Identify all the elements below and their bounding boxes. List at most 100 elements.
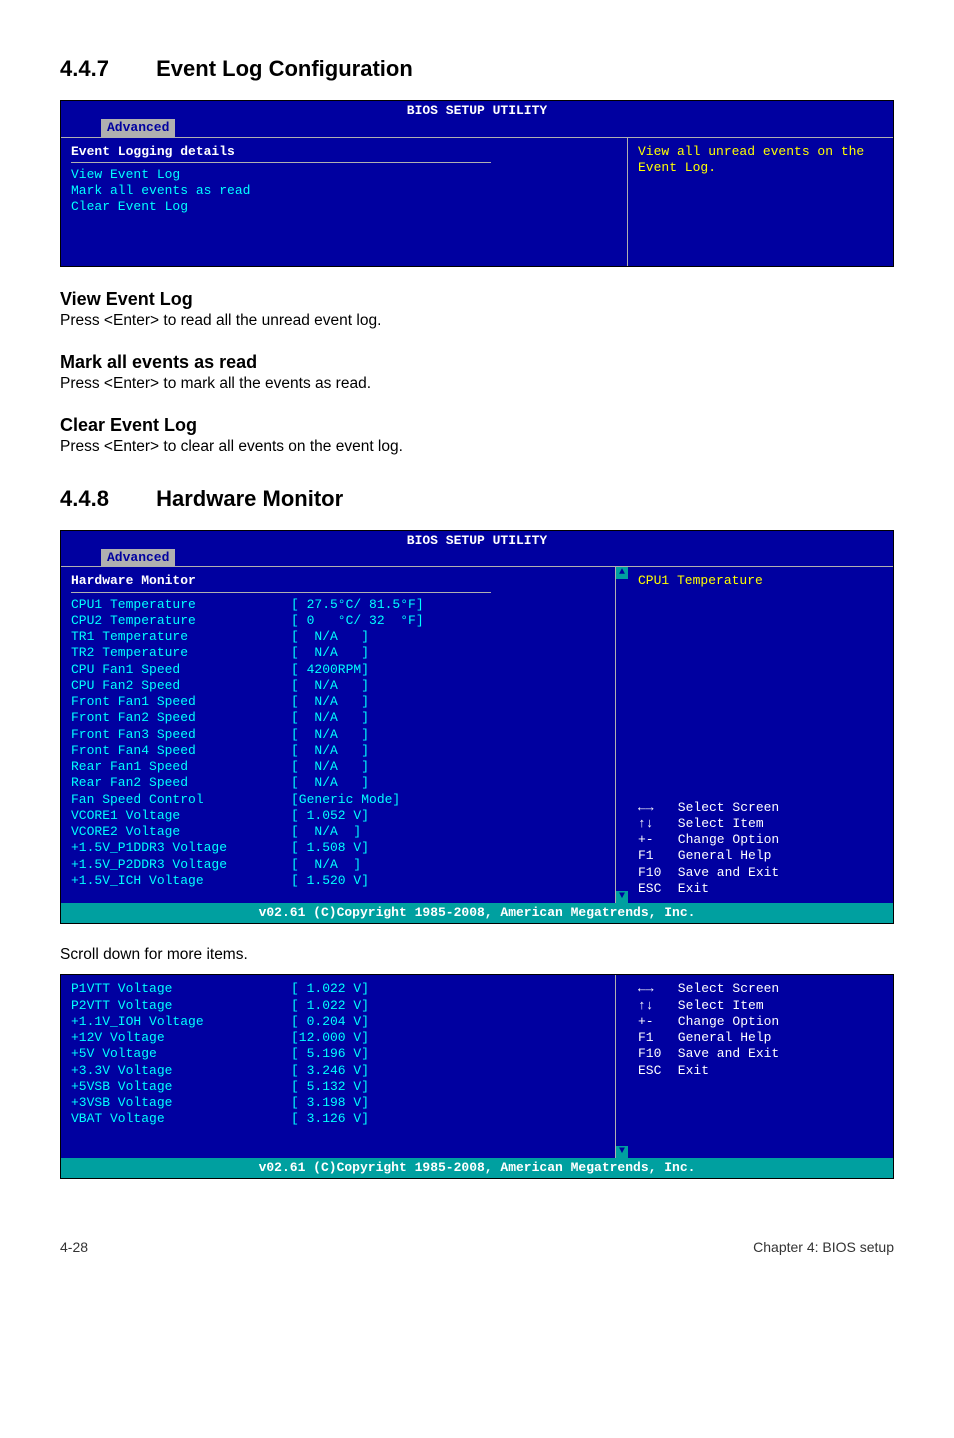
hwmon-row[interactable]: CPU Fan2 Speed[ N/A ] xyxy=(71,678,605,694)
hwmon-row[interactable]: TR1 Temperature[ N/A ] xyxy=(71,629,605,645)
bios-eventlog-box: BIOS SETUP UTILITY Advanced Event Loggin… xyxy=(60,100,894,267)
hwmon-label: Rear Fan1 Speed xyxy=(71,759,291,775)
hwmon-row[interactable]: Front Fan1 Speed[ N/A ] xyxy=(71,694,605,710)
bios-side-pane: CPU1 Temperature ←→ Select Screen↑↓ Sele… xyxy=(628,567,893,903)
section-title-eventlog: 4.4.7 Event Log Configuration xyxy=(60,56,894,82)
hwmon-row[interactable]: Rear Fan2 Speed[ N/A ] xyxy=(71,775,605,791)
bios-header: BIOS SETUP UTILITY xyxy=(61,531,893,551)
scroll-up-arrow[interactable]: ▲ xyxy=(616,567,628,579)
bios-nav-hints: ←→ Select Screen↑↓ Select Item+- Change … xyxy=(638,800,883,898)
hwmon-row[interactable]: +5VSB Voltage[ 5.132 V] xyxy=(71,1079,605,1095)
hwmon-value: [ 4200RPM] xyxy=(291,662,451,678)
bios-tab-advanced[interactable]: Advanced xyxy=(101,549,175,567)
hwmon-row[interactable]: +3.3V Voltage[ 3.246 V] xyxy=(71,1063,605,1079)
bios-main-pane: Event Logging details View Event Log Mar… xyxy=(61,138,628,266)
nav-key: F1 xyxy=(638,848,670,864)
hwmon-row[interactable]: TR2 Temperature[ N/A ] xyxy=(71,645,605,661)
nav-label: Save and Exit xyxy=(670,865,779,880)
hwmon-label: +1.5V_ICH Voltage xyxy=(71,873,291,889)
hwmon-value: [ N/A ] xyxy=(291,759,451,775)
nav-label: Select Item xyxy=(670,998,764,1013)
bios-tab-advanced[interactable]: Advanced xyxy=(101,119,175,137)
hwmon-value: [ 3.246 V] xyxy=(291,1063,451,1079)
hwmon-row[interactable]: +1.5V_P1DDR3 Voltage[ 1.508 V] xyxy=(71,840,605,856)
hwmon-row[interactable]: Front Fan2 Speed[ N/A ] xyxy=(71,710,605,726)
nav-key: ←→ xyxy=(638,800,670,816)
hwmon-row[interactable]: +1.5V_P2DDR3 Voltage[ N/A ] xyxy=(71,857,605,873)
nav-key: F1 xyxy=(638,1030,670,1046)
chapter-label: Chapter 4: BIOS setup xyxy=(753,1239,894,1255)
hwmon-row[interactable]: VBAT Voltage[ 3.126 V] xyxy=(71,1111,605,1127)
hwmon-value: [ 1.022 V] xyxy=(291,981,451,997)
hwmon-row[interactable]: Fan Speed Control[Generic Mode] xyxy=(71,792,605,808)
hwmon-row[interactable]: Front Fan3 Speed[ N/A ] xyxy=(71,727,605,743)
nav-key: +- xyxy=(638,832,670,848)
bios-menu-item[interactable]: Clear Event Log xyxy=(71,199,188,214)
hwmon-label: CPU2 Temperature xyxy=(71,613,291,629)
nav-hint-line: ←→ Select Screen xyxy=(638,800,883,816)
bios-hwmon-box-2: P1VTT Voltage[ 1.022 V]P2VTT Voltage[ 1.… xyxy=(60,974,894,1179)
hwmon-label: Front Fan2 Speed xyxy=(71,710,291,726)
hwmon-value: [ N/A ] xyxy=(291,743,451,759)
hwmon-value: [ 1.508 V] xyxy=(291,840,451,856)
hwmon-label: CPU Fan2 Speed xyxy=(71,678,291,694)
bios-menu-item[interactable]: View Event Log xyxy=(71,167,180,182)
hwmon-label: +12V Voltage xyxy=(71,1030,291,1046)
bios-menu-item[interactable]: Mark all events as read xyxy=(71,183,250,198)
hwmon-row[interactable]: VCORE1 Voltage[ 1.052 V] xyxy=(71,808,605,824)
scroll-note: Scroll down for more items. xyxy=(60,946,894,964)
subsection-title: View Event Log xyxy=(60,289,894,310)
bios-side-pane: ←→ Select Screen↑↓ Select Item+- Change … xyxy=(628,975,893,1158)
hwmon-label: +1.1V_IOH Voltage xyxy=(71,1014,291,1030)
hwmon-value: [12.000 V] xyxy=(291,1030,451,1046)
nav-hint-line: ESC Exit xyxy=(638,881,883,897)
hwmon-row[interactable]: CPU2 Temperature[ 0 °C/ 32 °F] xyxy=(71,613,605,629)
hwmon-value: [ 1.022 V] xyxy=(291,998,451,1014)
nav-label: Exit xyxy=(670,1063,709,1078)
bios-side-help: View all unread events on the Event Log. xyxy=(638,144,864,175)
hwmon-row[interactable]: VCORE2 Voltage[ N/A ] xyxy=(71,824,605,840)
section-name: Hardware Monitor xyxy=(156,486,343,511)
subsection-desc: Press <Enter> to clear all events on the… xyxy=(60,438,894,456)
side-help-title: CPU1 Temperature xyxy=(638,573,763,588)
nav-hint-line: +- Change Option xyxy=(638,1014,883,1030)
hwmon-value: [ 5.196 V] xyxy=(291,1046,451,1062)
hwmon-row[interactable]: Front Fan4 Speed[ N/A ] xyxy=(71,743,605,759)
section-name: Event Log Configuration xyxy=(156,56,413,81)
hwmon-label: +5VSB Voltage xyxy=(71,1079,291,1095)
nav-key: ↑↓ xyxy=(638,816,670,832)
hwmon-row[interactable]: P1VTT Voltage[ 1.022 V] xyxy=(71,981,605,997)
hwmon-row[interactable]: CPU Fan1 Speed[ 4200RPM] xyxy=(71,662,605,678)
scroll-down-arrow[interactable]: ▼ xyxy=(616,891,628,903)
hwmon-row[interactable]: P2VTT Voltage[ 1.022 V] xyxy=(71,998,605,1014)
scroll-down-arrow[interactable]: ▼ xyxy=(616,1146,628,1158)
hwmon-row[interactable]: CPU1 Temperature[ 27.5°C/ 81.5°F] xyxy=(71,597,605,613)
page-number: 4-28 xyxy=(60,1239,88,1255)
nav-hint-line: ←→ Select Screen xyxy=(638,981,883,997)
bios-tab-row: Advanced xyxy=(61,119,893,137)
hwmon-row[interactable]: Rear Fan1 Speed[ N/A ] xyxy=(71,759,605,775)
nav-key: ESC xyxy=(638,881,670,897)
nav-label: Save and Exit xyxy=(670,1046,779,1061)
hwmon-label: Fan Speed Control xyxy=(71,792,291,808)
hwmon-label: VCORE2 Voltage xyxy=(71,824,291,840)
hwmon-row[interactable]: +1.5V_ICH Voltage[ 1.520 V] xyxy=(71,873,605,889)
bios-header: BIOS SETUP UTILITY xyxy=(61,101,893,121)
heading-underline xyxy=(71,592,491,593)
hwmon-row[interactable]: +1.1V_IOH Voltage[ 0.204 V] xyxy=(71,1014,605,1030)
hwmon-label: TR2 Temperature xyxy=(71,645,291,661)
bios-nav-hints: ←→ Select Screen↑↓ Select Item+- Change … xyxy=(638,981,883,1079)
page-footer: 4-28 Chapter 4: BIOS setup xyxy=(60,1239,894,1255)
hwmon-value: [ N/A ] xyxy=(291,710,451,726)
bios-title: BIOS SETUP UTILITY xyxy=(407,103,547,118)
hwmon-value: [ N/A ] xyxy=(291,857,451,873)
hwmon-value: [ 3.198 V] xyxy=(291,1095,451,1111)
scroll-indicator: ▼ xyxy=(616,975,628,1158)
nav-label: Exit xyxy=(670,881,709,896)
hwmon-value: [ 1.052 V] xyxy=(291,808,451,824)
hwmon-label: CPU Fan1 Speed xyxy=(71,662,291,678)
hwmon-row[interactable]: +12V Voltage[12.000 V] xyxy=(71,1030,605,1046)
bios-tab-row: Advanced xyxy=(61,549,893,567)
hwmon-row[interactable]: +3VSB Voltage[ 3.198 V] xyxy=(71,1095,605,1111)
hwmon-row[interactable]: +5V Voltage[ 5.196 V] xyxy=(71,1046,605,1062)
